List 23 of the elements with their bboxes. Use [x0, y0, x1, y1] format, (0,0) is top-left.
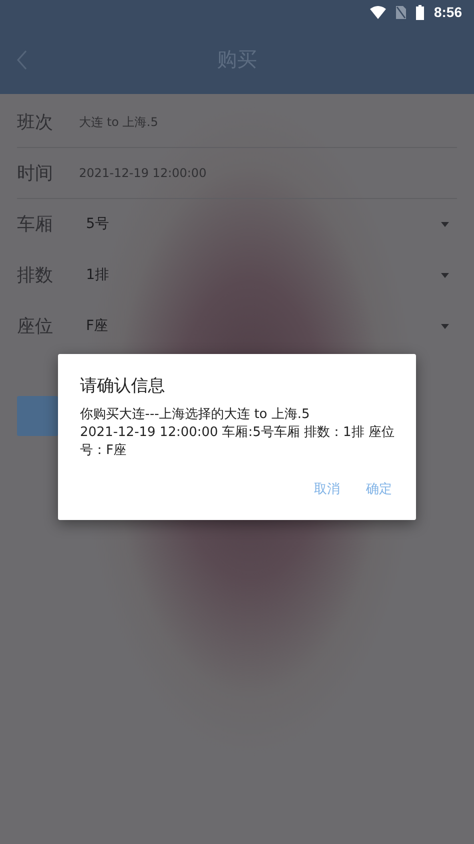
field-label: 排数 — [17, 264, 54, 287]
battery-icon — [416, 4, 424, 20]
field-label: 车厢 — [17, 213, 54, 236]
dropdown-field[interactable]: 5号 — [79, 207, 457, 241]
dropdown-field[interactable]: 1排 — [79, 258, 457, 292]
dropdown-field[interactable]: F座 — [79, 309, 457, 343]
field-label: 座位 — [17, 315, 54, 338]
field-value: 2021-12-19 12:00:00 — [79, 166, 208, 180]
dropdown-caret-icon — [441, 222, 449, 226]
field-label: 时间 — [17, 162, 54, 185]
confirm-button[interactable]: 确定 — [358, 474, 400, 504]
status-time: 8:56 — [434, 4, 462, 20]
wifi-icon — [370, 6, 386, 18]
field-label: 班次 — [17, 111, 54, 134]
back-icon[interactable] — [16, 50, 28, 70]
dialog-title: 请确认信息 — [80, 375, 166, 397]
cancel-button[interactable]: 取消 — [306, 474, 348, 504]
dropdown-caret-icon — [441, 272, 449, 278]
action-button[interactable] — [17, 396, 58, 436]
field-value: 大连 to 上海.5 — [79, 114, 160, 130]
dialog-message: 你购买大连---上海选择的大连 to 上海.5 2021-12-19 12:00:00 车厢:5号车厢 排数：1排 座位号：F座 — [80, 406, 396, 460]
no-sim-icon — [396, 6, 406, 18]
dropdown-caret-icon — [441, 324, 449, 328]
